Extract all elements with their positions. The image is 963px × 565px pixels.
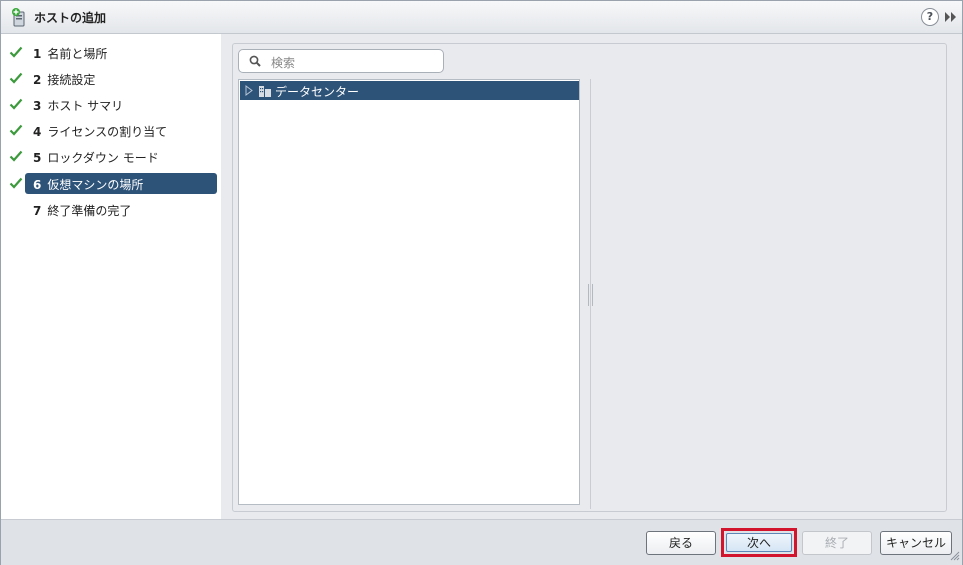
check-icon: [9, 124, 23, 136]
back-button[interactable]: 戻る: [646, 531, 716, 555]
step-label: ホスト サマリ: [47, 99, 124, 113]
add-host-dialog: ホストの追加 ? 1 名前と場所 2 接続設定 3 ホスト サマリ 4 ライセンスの割り…: [0, 0, 963, 565]
step-label: 接続設定: [47, 73, 96, 87]
step-number: 4: [33, 125, 42, 139]
tree-item-datacenter[interactable]: データセンター: [240, 81, 579, 100]
check-icon: [9, 72, 23, 84]
splitter-handle[interactable]: [588, 284, 593, 306]
dialog-title: ホストの追加: [34, 11, 107, 25]
step-label: 仮想マシンの場所: [47, 178, 144, 192]
step-number: 5: [33, 151, 42, 165]
step-5[interactable]: 5 ロックダウン モード: [1, 146, 221, 167]
check-icon: [9, 150, 23, 162]
tree-item-label: データセンター: [275, 85, 360, 99]
help-icon[interactable]: ?: [921, 8, 939, 26]
step-3[interactable]: 3 ホスト サマリ: [1, 94, 221, 115]
step-number: 3: [33, 99, 42, 113]
step-number: 1: [33, 47, 42, 61]
finish-button[interactable]: 終了: [802, 531, 872, 555]
title-bar: ホストの追加 ?: [1, 1, 962, 34]
step-6[interactable]: 6 仮想マシンの場所: [1, 173, 221, 194]
check-icon: [9, 46, 23, 58]
step-1[interactable]: 1 名前と場所: [1, 42, 221, 63]
expand-panel-icon[interactable]: [944, 11, 958, 23]
search-placeholder: 検索: [271, 56, 296, 70]
step-number: 6: [33, 178, 42, 192]
expand-arrow-icon[interactable]: [245, 85, 253, 96]
step-7[interactable]: 7 終了準備の完了: [1, 199, 221, 220]
step-2[interactable]: 2 接続設定: [1, 68, 221, 89]
cancel-button[interactable]: キャンセル: [880, 531, 952, 555]
step-number: 2: [33, 73, 42, 87]
step-label: ライセンスの割り当て: [47, 125, 168, 139]
resize-grip-icon[interactable]: [950, 551, 960, 561]
add-host-icon: [12, 8, 25, 27]
datacenter-icon: [259, 86, 271, 97]
step-label: 終了準備の完了: [47, 204, 132, 218]
search-input[interactable]: 検索: [238, 49, 444, 73]
inventory-tree[interactable]: データセンター: [238, 79, 580, 505]
wizard-steps: 1 名前と場所 2 接続設定 3 ホスト サマリ 4 ライセンスの割り当て 5 ロックダウ…: [1, 34, 221, 519]
next-button[interactable]: 次へ: [726, 533, 792, 552]
check-icon: [9, 177, 23, 189]
check-icon: [9, 98, 23, 110]
next-button-highlight: 次へ: [721, 528, 797, 557]
search-icon: [249, 55, 261, 67]
step-number: 7: [33, 204, 42, 218]
step-label: 名前と場所: [47, 47, 108, 61]
step-label: ロックダウン モード: [47, 151, 159, 165]
step-4[interactable]: 4 ライセンスの割り当て: [1, 120, 221, 141]
